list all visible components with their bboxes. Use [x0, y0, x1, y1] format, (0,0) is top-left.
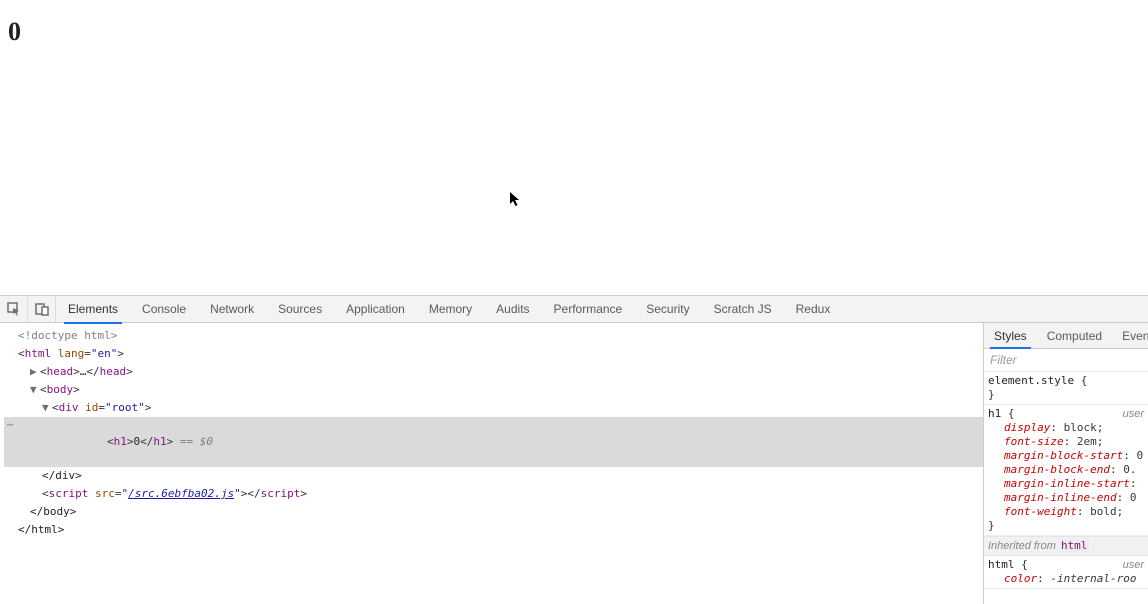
dom-h1-selected[interactable]: ⋯<h1>0</h1> == $0 — [4, 417, 983, 467]
dom-body-open[interactable]: ▼<body> — [4, 381, 983, 399]
page-heading: 0 — [8, 17, 1140, 47]
tab-memory[interactable]: Memory — [417, 296, 484, 323]
tab-performance[interactable]: Performance — [542, 296, 635, 323]
collapse-arrow-icon[interactable]: ▼ — [42, 400, 52, 416]
dom-head[interactable]: ▶<head>…</head> — [4, 363, 983, 381]
devtools-toolbar: Elements Console Network Sources Applica… — [0, 296, 1148, 323]
tab-security[interactable]: Security — [634, 296, 701, 323]
selector-html: html — [988, 558, 1015, 571]
elements-tree[interactable]: <!doctype html> <html lang="en"> ▶<head>… — [0, 323, 983, 604]
styles-tab-styles[interactable]: Styles — [984, 323, 1037, 348]
dom-script[interactable]: <script src="/src.6ebfba02.js"></script> — [4, 485, 983, 503]
device-toolbar-icon[interactable] — [28, 296, 56, 323]
rendered-page[interactable]: 0 — [0, 0, 1148, 295]
tab-scratch-js[interactable]: Scratch JS — [702, 296, 784, 323]
tab-redux[interactable]: Redux — [784, 296, 843, 323]
tab-console[interactable]: Console — [130, 296, 198, 323]
tab-sources[interactable]: Sources — [266, 296, 334, 323]
styles-panel: Styles Computed Even Filter element.styl… — [983, 323, 1148, 604]
dom-html-close[interactable]: </html> — [4, 521, 983, 539]
devtools-body: <!doctype html> <html lang="en"> ▶<head>… — [0, 323, 1148, 604]
tab-network[interactable]: Network — [198, 296, 266, 323]
inspect-element-icon[interactable] — [0, 296, 28, 323]
devtools-main-tabs: Elements Console Network Sources Applica… — [56, 296, 842, 323]
dom-body-close[interactable]: </body> — [4, 503, 983, 521]
tab-application[interactable]: Application — [334, 296, 417, 323]
dom-doctype[interactable]: <!doctype html> — [4, 327, 983, 345]
dom-html-open[interactable]: <html lang="en"> — [4, 345, 983, 363]
styles-rules[interactable]: element.style {} user h1 { display: bloc… — [984, 372, 1148, 604]
rule-origin: user — [1123, 558, 1144, 572]
styles-tabs: Styles Computed Even — [984, 323, 1148, 349]
selector-h1: h1 — [988, 407, 1001, 420]
selected-row-actions-icon[interactable]: ⋯ — [4, 417, 16, 433]
tab-elements[interactable]: Elements — [56, 296, 130, 323]
tab-audits[interactable]: Audits — [484, 296, 541, 323]
rule-element-style[interactable]: element.style {} — [984, 372, 1148, 405]
styles-tab-event[interactable]: Even — [1112, 323, 1148, 348]
dom-div-root-open[interactable]: ▼<div id="root"> — [4, 399, 983, 417]
rule-origin: user — [1123, 407, 1144, 421]
rule-html[interactable]: user html { color: -internal-roo — [984, 556, 1148, 589]
selector-element-style: element.style — [988, 374, 1074, 387]
expand-arrow-icon[interactable]: ▶ — [30, 364, 40, 380]
devtools-panel: Elements Console Network Sources Applica… — [0, 295, 1148, 604]
collapse-arrow-icon[interactable]: ▼ — [30, 382, 40, 398]
styles-tab-computed[interactable]: Computed — [1037, 323, 1112, 348]
styles-filter-input[interactable]: Filter — [984, 349, 1148, 372]
rule-h1[interactable]: user h1 { display: block; font-size: 2em… — [984, 405, 1148, 536]
dom-div-root-close[interactable]: </div> — [4, 467, 983, 485]
inherited-from-header: Inherited from html — [984, 536, 1148, 556]
